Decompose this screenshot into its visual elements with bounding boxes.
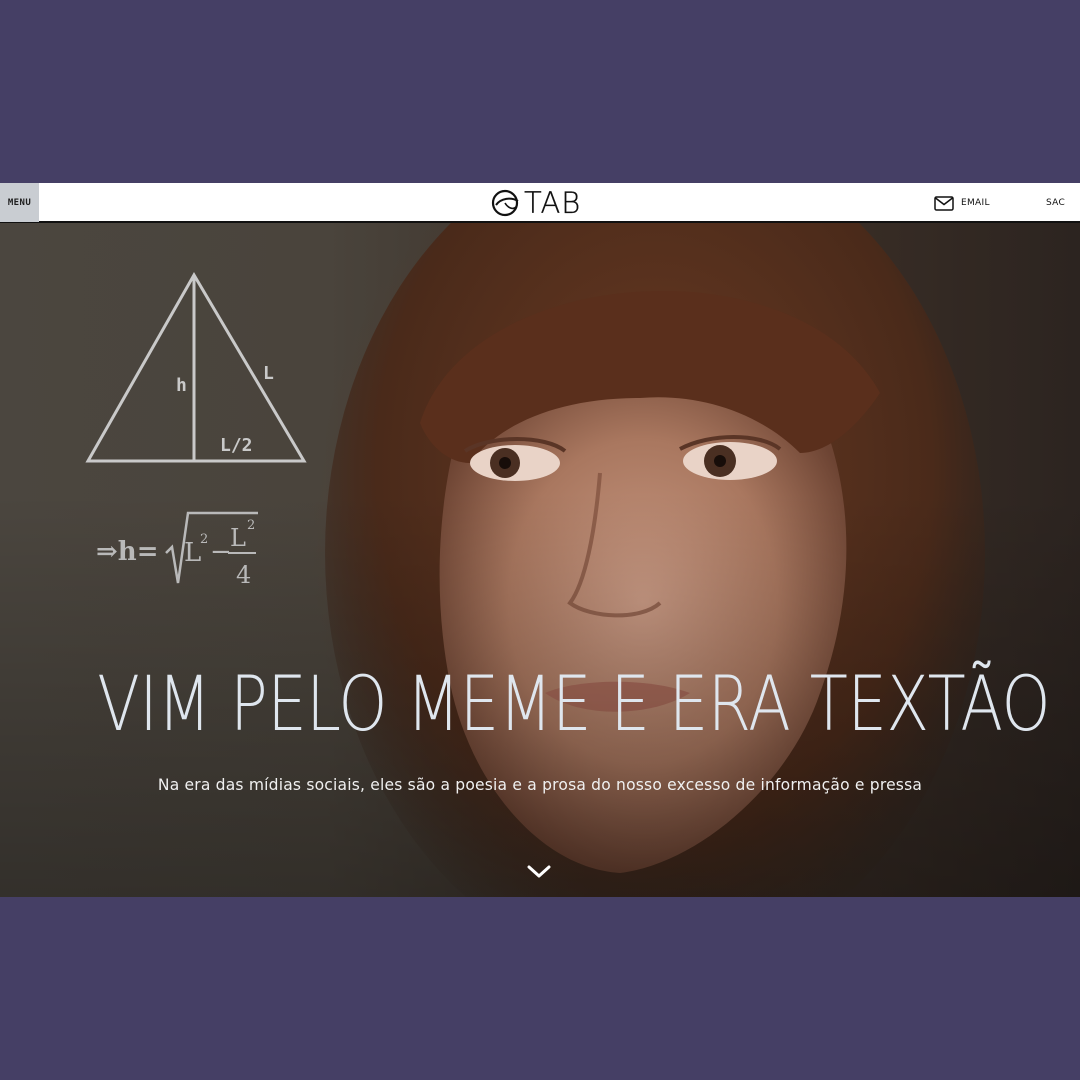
tab-logo-icon — [491, 189, 519, 217]
hero-headline: VIM PELO MEME E ERA TEXTÃO — [97, 659, 1051, 748]
formula-prefix: ⇒h= — [96, 537, 158, 567]
formula-denominator: 4 — [236, 561, 251, 589]
formula-l-squared: L — [184, 538, 201, 568]
formula-numerator: L — [230, 524, 246, 552]
hero-banner: h L L/2 ⇒h= L 2 − L 2 4 VIM PELO MEME E … — [0, 223, 1080, 897]
formula-exp-1: 2 — [200, 532, 208, 547]
triangle-formula-illustration: h L L/2 ⇒h= L 2 − L 2 4 — [85, 272, 307, 589]
diagram-label-h: h — [176, 375, 187, 396]
envelope-icon — [934, 195, 954, 211]
menu-button[interactable]: MENU — [0, 183, 39, 222]
hero-subtitle: Na era das mídias sociais, eles são a po… — [157, 775, 923, 794]
logo-text: TAB — [524, 186, 582, 220]
page-frame: MENU TAB EMAIL SAC h L L/2 ⇒h= L 2 − L 2… — [0, 183, 1080, 897]
top-navigation-bar: MENU TAB EMAIL SAC — [0, 183, 1080, 223]
diagram-label-half: L/2 — [220, 435, 253, 456]
site-logo[interactable]: TAB — [491, 186, 581, 220]
diagram-label-l: L — [263, 363, 274, 384]
email-link[interactable]: EMAIL — [934, 193, 990, 213]
formula-exp-2: 2 — [247, 518, 255, 533]
chevron-down-icon[interactable] — [527, 865, 551, 879]
sac-link[interactable]: SAC — [1046, 198, 1065, 208]
email-label: EMAIL — [961, 198, 990, 208]
